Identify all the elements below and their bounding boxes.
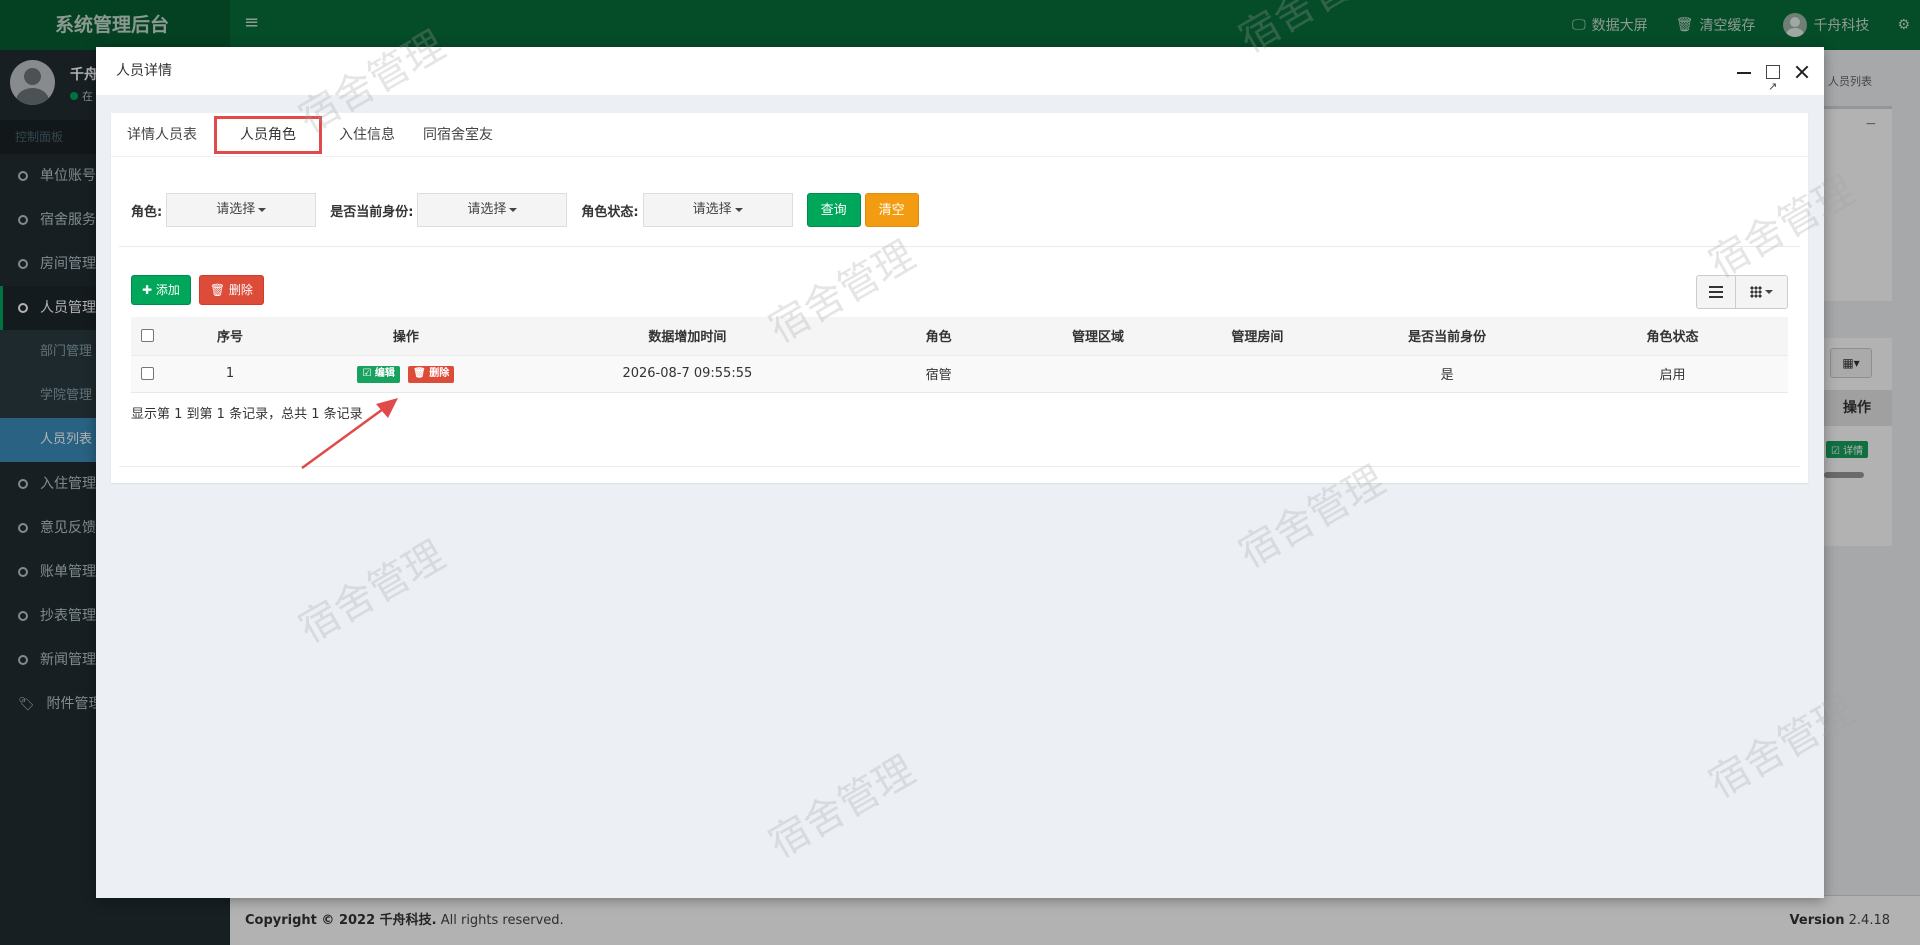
cell-is-current: 是: [1337, 355, 1558, 393]
col-role[interactable]: 角色: [858, 317, 1019, 356]
add-button[interactable]: ✚ 添加: [131, 275, 191, 305]
caret-down-icon: [509, 207, 518, 212]
modal-controls: [1736, 47, 1810, 111]
list-view-button[interactable]: [1696, 275, 1736, 309]
role-filter-label: 角色:: [131, 204, 163, 220]
col-manage-room[interactable]: 管理房间: [1177, 317, 1338, 356]
modal-header: 人员详情: [96, 47, 1824, 111]
select-all-cell: [131, 317, 164, 356]
caret-down-icon: [258, 207, 267, 212]
caret-down-icon: [1765, 290, 1773, 294]
role-table: 序号 操作 数据增加时间 角色 管理区域 管理房间 是否当前身份 角色状态 1: [131, 317, 1788, 393]
col-is-current[interactable]: 是否当前身份: [1337, 317, 1558, 356]
list-icon: [1709, 286, 1723, 298]
columns-dropdown-button[interactable]: [1736, 275, 1788, 309]
grid-icon: [1750, 286, 1762, 298]
modal-body: 详情人员表 人员角色 入住信息 同宿舍室友 角色: 请选择 是否当前身份: 请选…: [96, 96, 1824, 898]
filter-bar: 角色: 请选择 是否当前身份: 请选择 角色状态: 请选择 查询 清空: [131, 193, 919, 227]
table-header-row: 序号 操作 数据增加时间 角色 管理区域 管理房间 是否当前身份 角色状态: [131, 317, 1788, 356]
tab-checkin-info[interactable]: 入住信息: [325, 113, 409, 157]
cell-manage-room: [1177, 355, 1338, 393]
delete-button[interactable]: 🗑 删除: [198, 275, 264, 305]
table-row[interactable]: 1 ☑ 编辑 🗑 删除 2026-08-7 09:55:55 宿管 是 启用: [131, 355, 1788, 393]
close-icon[interactable]: [1794, 64, 1810, 80]
row-delete-button[interactable]: 🗑 删除: [408, 365, 455, 383]
divider: [119, 246, 1800, 247]
current-identity-select[interactable]: 请选择: [417, 193, 568, 227]
maximize-icon[interactable]: [1766, 62, 1780, 111]
tab-person-role[interactable]: 人员角色: [211, 113, 325, 157]
edit-button[interactable]: ☑ 编辑: [357, 365, 400, 383]
tab-detail-list[interactable]: 详情人员表: [113, 113, 211, 157]
view-toggle: [1696, 275, 1788, 309]
role-status-select[interactable]: 请选择: [642, 193, 793, 227]
tab-roommates[interactable]: 同宿舍室友: [409, 113, 507, 157]
role-select[interactable]: 请选择: [166, 193, 317, 227]
person-detail-modal: 人员详情 详情人员表 人员角色 入住信息 同宿舍室友 角色: 请选择 是否当前身…: [96, 47, 1824, 898]
role-status-filter-label: 角色状态:: [581, 204, 639, 220]
tab-bar: 详情人员表 人员角色 入住信息 同宿舍室友: [111, 113, 1808, 157]
caret-down-icon: [734, 207, 743, 212]
minimize-icon[interactable]: [1736, 64, 1752, 80]
row-select-cell: [131, 355, 164, 393]
cell-manage-area: [1018, 355, 1178, 393]
select-all-checkbox[interactable]: [140, 329, 154, 343]
modal-title: 人员详情: [116, 63, 172, 79]
cell-created-time: 2026-08-7 09:55:55: [515, 355, 859, 393]
col-role-status[interactable]: 角色状态: [1557, 317, 1788, 356]
annotation-arrow: [301, 398, 398, 470]
clear-button[interactable]: 清空: [864, 193, 919, 227]
cell-role-status: 启用: [1557, 355, 1788, 393]
cell-seq: 1: [163, 355, 296, 393]
cell-operations: ☑ 编辑 🗑 删除: [295, 355, 516, 393]
cell-role: 宿管: [858, 355, 1019, 393]
current-identity-filter-label: 是否当前身份:: [330, 204, 414, 220]
col-operation: 操作: [295, 317, 516, 356]
row-checkbox[interactable]: [140, 367, 154, 380]
col-created-time[interactable]: 数据增加时间: [515, 317, 859, 356]
col-manage-area[interactable]: 管理区域: [1018, 317, 1178, 356]
query-button[interactable]: 查询: [806, 193, 861, 227]
table-toolbar: ✚ 添加 🗑 删除: [131, 275, 264, 305]
col-seq[interactable]: 序号: [163, 317, 296, 356]
